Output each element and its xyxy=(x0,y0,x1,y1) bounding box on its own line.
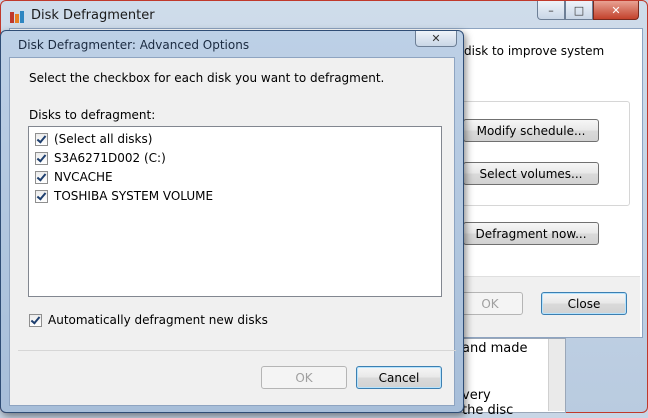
dialog-separator xyxy=(18,350,456,351)
modify-schedule-button[interactable]: Modify schedule... xyxy=(463,119,599,142)
auto-defrag-label: Automatically defragment new disks xyxy=(48,313,268,327)
select-volumes-button[interactable]: Select volumes... xyxy=(463,162,599,185)
main-close-button[interactable]: Close xyxy=(541,292,627,315)
dialog-cancel-button[interactable]: Cancel xyxy=(356,366,442,389)
main-ok-button[interactable]: OK xyxy=(457,292,523,315)
disk-item-c-drive[interactable]: S3A6271D002 (C:) xyxy=(35,150,166,166)
caption-buttons: – □ ✕ xyxy=(537,1,639,21)
background-text-1: and made xyxy=(462,341,528,356)
close-icon: ✕ xyxy=(611,3,621,17)
disks-label: Disks to defragment: xyxy=(29,108,156,122)
window-close-button[interactable]: ✕ xyxy=(593,1,639,20)
schedule-group xyxy=(456,101,630,206)
maximize-icon: □ xyxy=(573,3,585,17)
disks-listbox[interactable]: (Select all disks) S3A6271D002 (C:) NVCA… xyxy=(28,126,442,297)
disk-item-label: TOSHIBA SYSTEM VOLUME xyxy=(54,189,214,203)
disk-item-nvcache[interactable]: NVCACHE xyxy=(35,169,113,185)
disk-item-label: NVCACHE xyxy=(54,170,113,184)
dialog-instruction: Select the checkbox for each disk you wa… xyxy=(29,71,385,85)
auto-defrag-option[interactable]: Automatically defragment new disks xyxy=(29,312,268,328)
disk-item-label: S3A6271D002 (C:) xyxy=(54,151,166,165)
disk-checkbox[interactable] xyxy=(35,189,48,203)
disk-item-label: (Select all disks) xyxy=(54,132,153,146)
defragment-now-button[interactable]: Defragment now... xyxy=(463,222,599,245)
select-all-checkbox[interactable] xyxy=(35,132,48,146)
dialog-ok-button[interactable]: OK xyxy=(261,366,347,389)
disk-checkbox[interactable] xyxy=(35,151,48,165)
disk-defragmenter-app-icon xyxy=(10,11,24,23)
main-description-text: disk to improve system xyxy=(464,44,605,58)
background-text-3: the disc xyxy=(462,403,514,418)
close-icon: ✕ xyxy=(431,32,441,45)
main-window-title: Disk Defragmenter xyxy=(31,8,155,23)
background-text-2: very xyxy=(462,388,491,403)
disk-item-select-all[interactable]: (Select all disks) xyxy=(35,131,152,147)
disk-checkbox[interactable] xyxy=(35,170,48,184)
maximize-button[interactable]: □ xyxy=(565,1,593,20)
minimize-button[interactable]: – xyxy=(537,1,565,20)
background-scrollbar[interactable] xyxy=(548,339,565,411)
auto-defrag-checkbox[interactable] xyxy=(29,313,42,327)
dialog-title: Disk Defragmenter: Advanced Options xyxy=(18,38,250,52)
disk-item-toshiba-system-volume[interactable]: TOSHIBA SYSTEM VOLUME xyxy=(35,188,213,204)
dialog-close-button[interactable]: ✕ xyxy=(415,31,457,47)
minimize-icon: – xyxy=(548,3,554,17)
